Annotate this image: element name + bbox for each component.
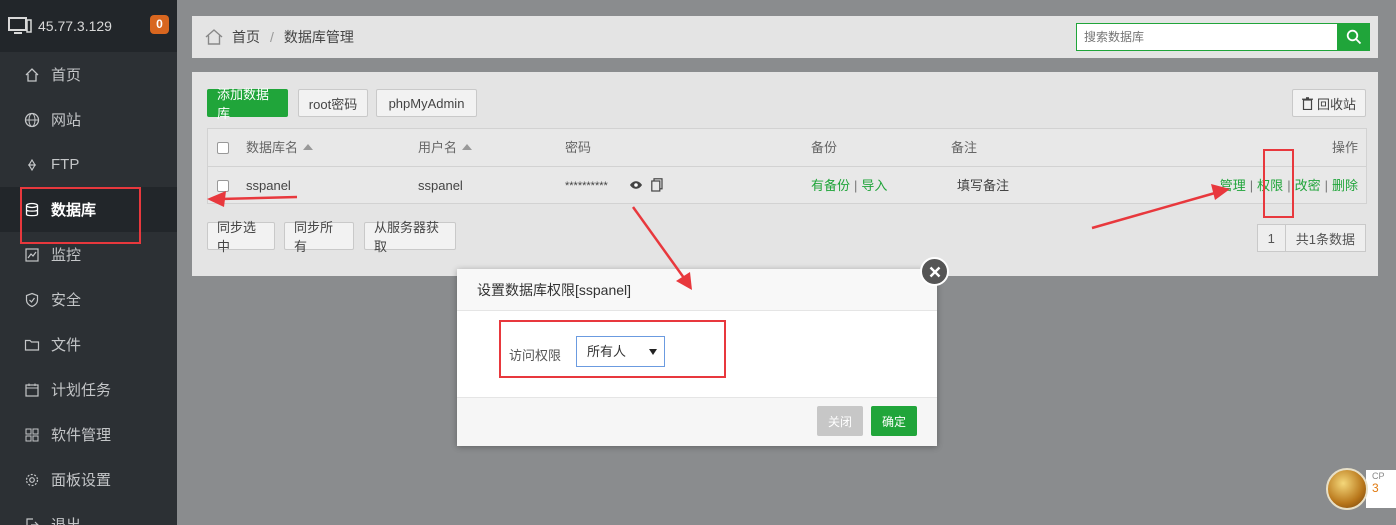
confirm-button[interactable]: 确定 (871, 406, 917, 436)
dialog-close-icon[interactable] (920, 257, 949, 286)
nav-files[interactable]: 文件 (0, 322, 177, 367)
nav-label: FTP (51, 156, 80, 173)
table-header: 数据库名 用户名 密码 备份 备注 操作 (208, 129, 1366, 167)
import-link[interactable]: 导入 (861, 178, 887, 193)
gear-icon (25, 473, 39, 486)
nav-website[interactable]: 网站 (0, 97, 177, 142)
nav-cron[interactable]: 计划任务 (0, 367, 177, 412)
notification-badge[interactable]: 0 (150, 15, 169, 34)
cpu-label-text: CP (1372, 471, 1385, 481)
db-password: ********** (565, 180, 608, 192)
recycle-bin-button[interactable]: 回收站 (1292, 89, 1366, 117)
globe-icon (24, 112, 40, 127)
monitor-icon (8, 17, 32, 34)
pagination: 1 共1条数据 (1256, 224, 1366, 252)
add-database-button[interactable]: 添加数据库 (207, 87, 288, 121)
nav-label: 安全 (51, 292, 82, 309)
nav-label: 首页 (51, 67, 82, 84)
col-password: 密码 (565, 140, 592, 155)
schedule-icon (25, 383, 39, 397)
logout-icon (26, 517, 39, 525)
annotation-box-permission (1263, 149, 1294, 218)
recycle-bin-label: 回收站 (1317, 96, 1357, 112)
phpmyadmin-button[interactable]: phpMyAdmin (376, 89, 477, 117)
col-note: 备注 (951, 140, 978, 155)
sync-all-button[interactable]: 同步所有 (284, 220, 354, 254)
cpu-readout: CP 3 (1366, 470, 1396, 508)
database-table: 数据库名 用户名 密码 备份 备注 操作 sspanel sspanel ***… (207, 128, 1367, 204)
db-name: sspanel (246, 178, 291, 193)
grid-icon (25, 428, 39, 441)
cpu-avatar-icon (1326, 468, 1368, 510)
nav-label: 计划任务 (51, 382, 112, 399)
nav-label: 网站 (51, 112, 82, 129)
delete-link[interactable]: 删除 (1332, 178, 1358, 193)
server-header: 45.77.3.129 0 (0, 0, 177, 52)
breadcrumb-current: 数据库管理 (283, 29, 354, 45)
nav-software[interactable]: 软件管理 (0, 412, 177, 457)
nav-label: 监控 (51, 247, 82, 264)
nav-settings[interactable]: 面板设置 (0, 457, 177, 502)
sidebar: 45.77.3.129 0 首页 网站 FTP 数据库 监控 安全 文件 计划任… (0, 0, 177, 525)
search-icon (1346, 29, 1362, 45)
nav-logout[interactable]: 退出 (0, 502, 177, 525)
home-icon[interactable] (204, 28, 224, 46)
annotation-box-select (499, 320, 726, 378)
db-user: sspanel (418, 178, 463, 193)
nav-ftp[interactable]: FTP (0, 142, 177, 187)
nav-home[interactable]: 首页 (0, 52, 177, 97)
dialog-title: 设置数据库权限[sspanel] (457, 269, 937, 311)
close-button[interactable]: 关闭 (817, 406, 863, 436)
breadcrumb-bar: 首页 / 数据库管理 (192, 16, 1378, 58)
fetch-from-server-button[interactable]: 从服务器获取 (364, 220, 456, 254)
server-ip: 45.77.3.129 (38, 18, 112, 34)
page-number[interactable]: 1 (1258, 225, 1286, 251)
ftp-icon (27, 158, 37, 171)
col-name-label: 数据库名 (246, 140, 299, 155)
nav-label: 面板设置 (51, 472, 112, 489)
sort-up-icon (303, 144, 314, 150)
note-field[interactable]: 填写备注 (957, 167, 1009, 205)
total-count: 共1条数据 (1295, 231, 1355, 247)
nav-label: 退出 (51, 514, 81, 525)
root-password-button[interactable]: root密码 (298, 89, 368, 117)
cpu-widget[interactable]: CP 3 (1326, 468, 1396, 510)
search-input[interactable] (1076, 23, 1338, 51)
copy-icon[interactable] (651, 178, 663, 192)
sync-selected-button[interactable]: 同步选中 (207, 220, 275, 254)
col-user-label: 用户名 (418, 140, 458, 155)
annotation-box-database-nav (20, 187, 141, 244)
sort-up-icon (462, 144, 473, 150)
manage-link[interactable]: 管理 (1220, 178, 1246, 193)
col-name[interactable]: 数据库名 (246, 129, 314, 167)
nav-label: 软件管理 (51, 427, 112, 444)
search-button[interactable] (1338, 23, 1370, 51)
select-all-checkbox[interactable] (217, 142, 229, 154)
row-checkbox[interactable] (217, 180, 229, 192)
col-ops: 操作 (1331, 140, 1358, 155)
backup-link[interactable]: 有备份 (811, 178, 850, 193)
change-password-link[interactable]: 改密 (1295, 178, 1321, 193)
col-user[interactable]: 用户名 (418, 129, 473, 167)
backup-links: 有备份 | 导入 (811, 178, 888, 193)
breadcrumb-home[interactable]: 首页 (232, 27, 260, 47)
breadcrumb-separator: / (270, 29, 274, 45)
close-icon (929, 266, 940, 277)
search-box (1076, 23, 1370, 51)
folder-icon (24, 339, 40, 351)
dialog-footer: 关闭 确定 (457, 397, 937, 446)
nav-label: 文件 (51, 337, 82, 354)
eye-icon[interactable] (629, 180, 643, 190)
nav-security[interactable]: 安全 (0, 277, 177, 322)
cpu-value: 3 (1372, 481, 1379, 495)
monitor-chart-icon (25, 247, 39, 262)
shield-icon (25, 292, 39, 307)
home-icon (25, 67, 39, 82)
table-row: sspanel sspanel ********** 有备份 | 导入 填写备注 管… (208, 167, 1366, 205)
database-panel: 添加数据库 root密码 phpMyAdmin 回收站 数据库名 用户名 密码 … (192, 72, 1378, 276)
trash-icon (1302, 96, 1313, 110)
col-backup: 备份 (811, 140, 838, 155)
